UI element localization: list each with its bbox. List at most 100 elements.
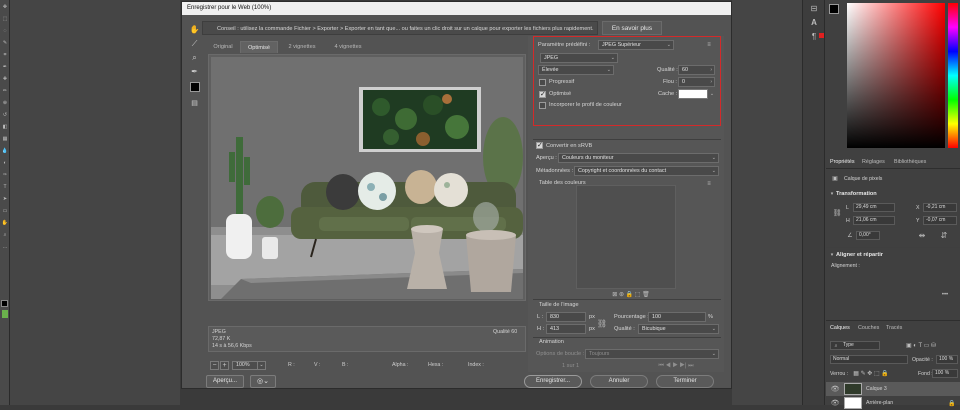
tab-original[interactable]: Original [206,41,240,53]
flip-horizontal-icon[interactable]: ⇹ [918,231,926,240]
toggle-slices-icon[interactable]: ▤ [189,98,200,109]
chevron-down-icon[interactable]: ⌄ [257,361,266,370]
hand-tool-icon[interactable]: ✋ [1,220,9,226]
preview-image[interactable] [211,57,523,299]
blur-tool-icon[interactable]: 💧 [1,148,9,154]
fg-color[interactable] [829,4,839,14]
layer-row-selected[interactable]: 👁 Calque 3 [826,382,960,396]
heal-tool-icon[interactable]: ✚ [1,76,9,82]
pen-tool-icon[interactable]: ✑ [1,172,9,178]
zoom-tool-icon[interactable]: ⌕ [189,52,200,63]
angle-field[interactable]: 0,00° [856,231,880,240]
metadata-select[interactable]: Copyright et coordonnées du contact ⌄ [574,166,719,176]
path-select-icon[interactable]: ➤ [1,196,9,202]
chevron-down-icon[interactable]: ▾ [829,252,835,258]
character-panel-icon[interactable]: A [808,17,820,27]
optimized-checkbox[interactable] [539,90,546,98]
tab-paths[interactable]: Tracés [886,325,902,331]
hand-tool-icon[interactable]: ✋ [189,24,200,35]
tab-properties[interactable]: Propriétés [830,159,855,165]
history-panel-icon[interactable]: ⊟ [808,3,820,13]
progressive-checkbox[interactable] [539,79,546,86]
matte-swatch[interactable] [678,89,708,99]
brush-tool-icon[interactable]: ✏ [1,88,9,94]
eyedropper-color-swatch[interactable] [190,82,200,92]
eyedropper-tool-icon[interactable]: ✒ [1,64,9,70]
zoom-in-button[interactable]: + [220,361,229,370]
y-field[interactable]: -0,07 cm [923,216,957,225]
compression-select[interactable]: Élevée ⌄ [538,65,614,75]
gradient-tool-icon[interactable]: ▦ [1,136,9,142]
panel-menu-icon[interactable]: ≡ [704,41,714,49]
eraser-tool-icon[interactable]: ◧ [1,124,9,130]
zoom-out-button[interactable]: − [210,361,219,370]
hue-slider[interactable] [948,3,958,148]
zoom-tool-icon[interactable]: ⌕ [1,232,9,238]
slice-select-icon[interactable]: ⟋ [189,38,200,49]
stamp-tool-icon[interactable]: ⊕ [1,100,9,106]
preset-select[interactable]: JPEG Supérieur ⌄ [598,40,674,50]
preview-select[interactable]: Couleurs du moniteur ⌄ [558,153,719,163]
layer-name[interactable]: Arrière-plan [866,400,893,406]
eye-icon[interactable]: 👁 [831,399,840,407]
done-button[interactable]: Terminer [656,375,714,388]
lasso-tool-icon[interactable]: ◌ [1,28,9,34]
opacity-field[interactable]: 100 % [936,355,958,364]
fill-field[interactable]: 100 % [932,369,958,378]
cancel-button[interactable]: Annuler [590,375,648,388]
save-button[interactable]: Enregistrer... [524,375,582,388]
embed-profile-checkbox[interactable] [539,102,546,109]
foreground-color-swatch[interactable] [1,300,8,307]
move-tool-icon[interactable]: ✥ [1,4,9,10]
color-table[interactable] [576,185,676,289]
chevron-down-icon[interactable]: ▾ [829,191,835,197]
more-options-icon[interactable]: ••• [940,292,950,298]
height-field[interactable]: 413 [546,324,586,334]
blur-field[interactable]: 0 › [678,77,715,87]
layer-name[interactable]: Calque 3 [866,386,887,392]
tab-optimized[interactable]: Optimisé [240,41,278,53]
convert-srgb-checkbox[interactable] [536,141,543,149]
height-field[interactable]: 21,06 cm [853,216,895,225]
tab-2-up[interactable]: 2 vignettes [280,41,324,53]
width-field[interactable]: 830 [546,312,586,322]
tab-adjustments[interactable]: Réglages [862,159,885,165]
loop-select: Toujours ⌄ [585,349,719,359]
x-field[interactable]: -0,21 cm [923,203,957,212]
tab-layers[interactable]: Calques [830,325,850,331]
percent-field[interactable]: 100 [648,312,706,322]
color-table-tools[interactable]: ⊠ ⊛ 🔒 ⬚ 🗑 [596,290,666,298]
constrain-proportions-icon[interactable]: ⛓ [597,315,607,331]
format-select[interactable]: JPEG ⌄ [540,53,618,63]
chevron-down-icon[interactable]: ⌄ [709,90,715,98]
shape-tool-icon[interactable]: ▭ [1,208,9,214]
lock-icons[interactable]: ▦ ✎ ✥ ⬚ 🔒 [850,369,892,377]
flip-vertical-icon[interactable]: ⇵ [940,231,948,240]
layer-row[interactable]: 👁 Arrière-plan 🔒 [826,396,960,410]
tab-libraries[interactable]: Bibliothèques [894,159,926,165]
tab-channels[interactable]: Couches [858,325,879,331]
more-tools-icon[interactable]: … [1,244,9,250]
eye-icon[interactable]: 👁 [831,385,840,393]
blend-mode-select[interactable]: Normal [830,355,908,364]
panel-menu-icon[interactable]: ≡ [704,180,714,187]
preview-button[interactable]: Aperçu... [206,375,244,388]
resample-select[interactable]: Bicubique ⌄ [638,324,719,334]
tab-4-up[interactable]: 4 vignettes [326,41,370,53]
quickmask-icon[interactable] [2,310,8,318]
history-brush-icon[interactable]: ↺ [1,112,9,118]
type-tool-icon[interactable]: T [1,184,9,190]
layer-filter-icons[interactable]: ▣ ◐ T ▭ ⛁ [884,341,958,350]
width-field[interactable]: 29,49 cm [853,203,895,212]
marquee-tool-icon[interactable]: ⬚ [1,16,9,22]
eyedropper-icon[interactable]: ✒ [189,66,200,77]
divider [533,139,721,140]
browser-preview-icon[interactable]: ◎⌄ [250,375,276,388]
learn-more-button[interactable]: En savoir plus [602,21,662,35]
link-icon[interactable]: ⛓ [833,208,842,218]
quality-field[interactable]: 60 › [678,65,715,75]
color-picker-field[interactable] [847,3,945,148]
crop-tool-icon[interactable]: ⌗ [1,52,9,58]
select-tool-icon[interactable]: ✎ [1,40,9,46]
dodge-tool-icon[interactable]: ◐ [1,160,9,166]
